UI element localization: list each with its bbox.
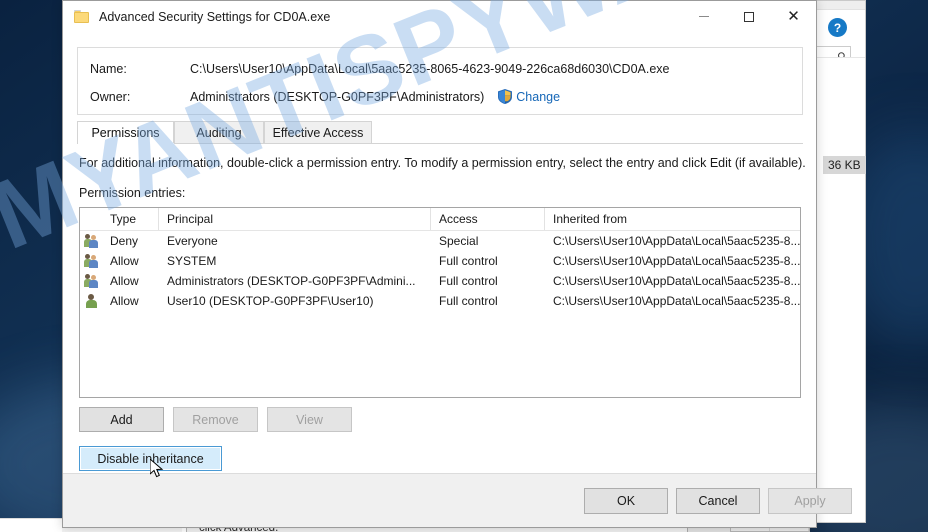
explorer-file-size: 36 KB <box>823 156 866 174</box>
cell-principal: Everyone <box>167 234 218 248</box>
cell-inherited-from: C:\Users\User10\AppData\Local\5aac5235-8… <box>553 234 800 248</box>
dialog-titlebar[interactable]: Advanced Security Settings for CD0A.exe … <box>63 1 816 32</box>
column-header-principal[interactable]: Principal <box>159 208 431 230</box>
table-row[interactable]: Allow Administrators (DESKTOP-G0PF3PF\Adm… <box>80 271 800 291</box>
add-button[interactable]: Add <box>79 407 164 432</box>
object-info-panel: Name: C:\Users\User10\AppData\Local\5aac5… <box>77 47 803 115</box>
disable-inheritance-button[interactable]: Disable inheritance <box>79 446 222 471</box>
cell-access: Full control <box>439 294 498 308</box>
tab-effective-access[interactable]: Effective Access <box>264 121 372 144</box>
minimize-icon <box>698 16 709 17</box>
owner-label: Owner: <box>90 90 131 104</box>
cell-access: Special <box>439 234 479 248</box>
window-controls: ✕ <box>681 1 816 32</box>
close-button[interactable]: ✕ <box>771 1 816 32</box>
maximize-button[interactable] <box>726 1 771 32</box>
ok-button[interactable]: OK <box>584 488 668 514</box>
dialog-body: Name: C:\Users\User10\AppData\Local\5aac5… <box>63 32 852 527</box>
permission-entries-list[interactable]: Type Principal Access Inherited from Den… <box>79 207 801 398</box>
cell-type: Allow <box>110 294 139 308</box>
view-button: View <box>267 407 352 432</box>
uac-shield-icon <box>498 89 513 104</box>
cell-type: Allow <box>110 274 139 288</box>
dialog-title: Advanced Security Settings for CD0A.exe <box>99 9 331 24</box>
tab-permissions[interactable]: Permissions <box>77 121 174 144</box>
table-row[interactable]: Deny Everyone Special C:\Users\User10\AppDa… <box>80 231 800 251</box>
cell-access: Full control <box>439 254 498 268</box>
cancel-button[interactable]: Cancel <box>676 488 760 514</box>
cell-inherited-from: C:\Users\User10\AppData\Local\5aac5235-8… <box>553 274 800 288</box>
folder-icon <box>74 9 90 24</box>
cell-inherited-from: C:\Users\User10\AppData\Local\5aac5235-8… <box>553 294 800 308</box>
owner-row: Owner: Administrators (DESKTOP-G0PF3PF\Ad… <box>90 89 560 104</box>
remove-button: Remove <box>173 407 258 432</box>
name-value: C:\Users\User10\AppData\Local\5aac5235-8… <box>190 62 670 76</box>
table-row[interactable]: Allow SYSTEM Full control C:\Users\User10\A… <box>80 251 800 271</box>
minimize-button[interactable] <box>681 1 726 32</box>
owner-value: Administrators (DESKTOP-G0PF3PF\Administ… <box>190 90 485 104</box>
tab-underline <box>77 143 803 144</box>
tab-active-gap <box>78 143 174 144</box>
list-rows-container: Deny Everyone Special C:\Users\User10\AppDa… <box>80 231 800 311</box>
user-icon <box>80 291 102 311</box>
cell-access: Full control <box>439 274 498 288</box>
list-header-row: Type Principal Access Inherited from <box>80 208 800 231</box>
group-icon <box>80 231 102 251</box>
column-header-access[interactable]: Access <box>431 208 545 230</box>
maximize-icon <box>743 11 754 22</box>
cell-principal: SYSTEM <box>167 254 217 268</box>
apply-button: Apply <box>768 488 852 514</box>
cell-principal: User10 (DESKTOP-G0PF3PF\User10) <box>167 294 374 308</box>
column-header-inherited-from[interactable]: Inherited from <box>545 208 800 230</box>
desktop-background: ▾ ? 3-9... ⚲ 36 KB for special permissio… <box>0 0 928 532</box>
column-header-type[interactable]: Type <box>102 208 159 230</box>
cell-principal: Administrators (DESKTOP-G0PF3PF\Admini..… <box>167 274 416 288</box>
table-row[interactable]: Allow User10 (DESKTOP-G0PF3PF\User10) Full… <box>80 291 800 311</box>
name-row: Name: C:\Users\User10\AppData\Local\5aac5… <box>90 62 669 76</box>
cell-inherited-from: C:\Users\User10\AppData\Local\5aac5235-8… <box>553 254 800 268</box>
advanced-security-settings-dialog[interactable]: Advanced Security Settings for CD0A.exe … <box>62 0 852 528</box>
cell-type: Deny <box>110 234 139 248</box>
change-owner-link[interactable]: Change <box>516 90 560 104</box>
permission-hint-text: For additional information, double-click… <box>79 156 806 170</box>
close-icon: ✕ <box>787 7 800 25</box>
cell-type: Allow <box>110 254 139 268</box>
name-label: Name: <box>90 62 127 76</box>
group-icon <box>80 271 102 291</box>
tab-auditing[interactable]: Auditing <box>174 121 264 144</box>
column-header-icon <box>80 208 102 230</box>
group-icon <box>80 251 102 271</box>
permission-entries-label: Permission entries: <box>79 186 186 200</box>
tab-bar: Permissions Auditing Effective Access <box>77 121 803 144</box>
help-icon[interactable]: ? <box>828 18 847 37</box>
